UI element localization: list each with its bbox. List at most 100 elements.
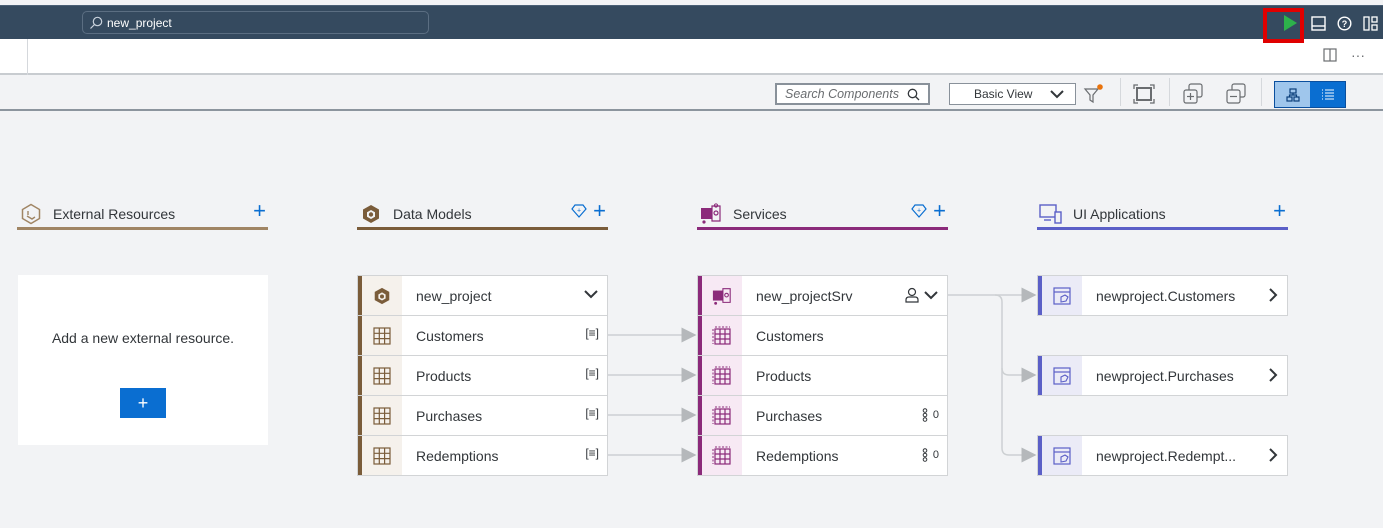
toolbar-divider: [1261, 78, 1262, 106]
association-count: 0: [932, 449, 939, 461]
view-mode-select[interactable]: Basic View: [949, 83, 1076, 105]
table-icon: [362, 356, 402, 395]
entity-row[interactable]: Redemptions [≡]: [357, 435, 608, 476]
data-model-name: new_project: [416, 288, 492, 304]
add-data-model-icon[interactable]: +: [593, 200, 606, 222]
data-model-icon: [359, 202, 383, 226]
ui-app-icon: [1042, 436, 1082, 475]
table-icon: [362, 316, 402, 355]
entity-fields-icon[interactable]: [≡]: [585, 366, 599, 380]
user-icon[interactable]: [905, 287, 919, 303]
svg-text:?: ?: [1341, 19, 1347, 29]
toggle-bottom-panel-button[interactable]: [1305, 10, 1331, 36]
column-title: Data Models: [393, 206, 472, 222]
entity-fields-icon[interactable]: [≡]: [585, 406, 599, 420]
filter-icon: [1083, 84, 1103, 104]
empty-state-text: Add a new external resource.: [51, 330, 235, 346]
service-entity-name: Products: [756, 368, 812, 384]
ui-app-icon: [1042, 276, 1082, 315]
list-view-button[interactable]: [1310, 82, 1345, 107]
entity-row[interactable]: Purchases [≡]: [357, 395, 608, 436]
projected-table-icon: [702, 396, 742, 435]
add-external-resource-button[interactable]: +: [120, 388, 166, 418]
association-icon: [922, 408, 928, 422]
chevron-right-icon[interactable]: [1267, 367, 1279, 383]
toolbar-divider: [1120, 78, 1121, 106]
add-service-icon[interactable]: +: [933, 200, 946, 222]
expand-all-button[interactable]: [1180, 82, 1206, 106]
tab-bar: ···: [0, 39, 1383, 75]
filter-button[interactable]: [1083, 84, 1105, 109]
chevron-down-icon[interactable]: [923, 288, 939, 302]
top-bar: new_project ?: [0, 5, 1383, 39]
column-underline: [1037, 227, 1288, 230]
ui-application-icon: [1039, 202, 1063, 226]
list-view-icon: [1321, 88, 1334, 100]
search-icon: [90, 16, 103, 29]
data-model-icon: [362, 276, 402, 315]
column-title: UI Applications: [1073, 206, 1166, 222]
column-underline: [357, 227, 608, 230]
external-resource-icon: [19, 202, 43, 226]
split-view-icon[interactable]: [1323, 48, 1337, 62]
chevron-down-icon[interactable]: [583, 287, 599, 301]
diamond-icon[interactable]: +: [911, 203, 927, 219]
table-icon: [362, 436, 402, 475]
service-name: new_projectSrv: [756, 288, 853, 304]
entity-fields-icon[interactable]: [≡]: [585, 326, 599, 340]
fit-to-screen-button[interactable]: [1131, 82, 1157, 106]
ui-application-row[interactable]: newproject.Purchases: [1037, 355, 1288, 396]
connector-ui-redemptions: [1001, 368, 1037, 463]
column-title: External Resources: [53, 206, 176, 222]
chevron-right-icon[interactable]: [1267, 287, 1279, 303]
collapse-all-button[interactable]: [1223, 82, 1249, 106]
column-header-data-models: Data Models + +: [357, 198, 608, 230]
entity-row[interactable]: Products [≡]: [357, 355, 608, 396]
svg-text:+: +: [577, 208, 581, 215]
ui-application-name: newproject.Purchases: [1096, 368, 1234, 384]
graph-view-button[interactable]: [1275, 82, 1310, 107]
service-entity-row[interactable]: Products: [697, 355, 948, 396]
service-icon: [702, 276, 742, 315]
project-search-field[interactable]: new_project: [82, 11, 429, 34]
collapse-all-icon: [1226, 83, 1246, 104]
layout-icon: [1362, 15, 1378, 31]
add-external-resource-icon[interactable]: +: [253, 200, 266, 222]
ui-app-icon: [1042, 356, 1082, 395]
column-header-external-resources: External Resources +: [17, 198, 268, 230]
service-header-row[interactable]: new_projectSrv: [697, 275, 948, 316]
table-icon: [362, 396, 402, 435]
service-entity-row[interactable]: Customers: [697, 315, 948, 356]
projected-table-icon: [702, 436, 742, 475]
chevron-right-icon[interactable]: [1267, 447, 1279, 463]
column-underline: [697, 227, 948, 230]
canvas-toolbar: Search Components Basic View: [0, 75, 1383, 111]
more-icon[interactable]: ···: [1351, 47, 1365, 63]
entity-name: Redemptions: [416, 448, 499, 464]
project-search-value: new_project: [107, 15, 172, 30]
ui-application-name: newproject.Customers: [1096, 288, 1236, 304]
entity-name: Customers: [416, 328, 484, 344]
ui-application-name: newproject.Redempt...: [1096, 448, 1237, 464]
entity-fields-icon[interactable]: [≡]: [585, 446, 599, 460]
help-button[interactable]: ?: [1331, 10, 1357, 36]
service-entity-row[interactable]: Redemptions 0: [697, 435, 948, 476]
ui-application-row[interactable]: newproject.Redempt...: [1037, 435, 1288, 476]
ui-application-row[interactable]: newproject.Customers: [1037, 275, 1288, 316]
service-entity-row[interactable]: Purchases 0: [697, 395, 948, 436]
tab-divider: [27, 39, 28, 75]
add-ui-application-icon[interactable]: +: [1273, 200, 1286, 222]
diamond-icon[interactable]: +: [571, 203, 587, 219]
layout-button[interactable]: [1357, 10, 1383, 36]
column-title: Services: [733, 206, 787, 222]
search-components-placeholder: Search Components: [785, 87, 899, 101]
data-model-header-row[interactable]: new_project: [357, 275, 608, 316]
search-components-input[interactable]: Search Components: [775, 83, 930, 105]
fit-to-screen-icon: [1133, 84, 1155, 104]
column-header-services: Services + +: [697, 198, 948, 230]
projected-table-icon: [702, 316, 742, 355]
service-entity-name: Redemptions: [756, 448, 839, 464]
service-entity-name: Purchases: [756, 408, 823, 424]
service-icon: [699, 202, 723, 226]
entity-row[interactable]: Customers [≡]: [357, 315, 608, 356]
